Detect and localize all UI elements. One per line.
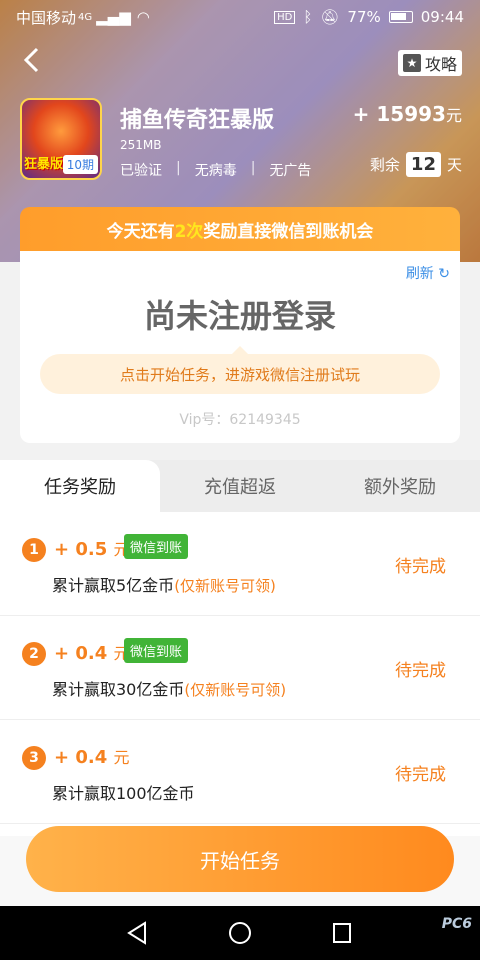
task-number: 1 [22,538,46,562]
refresh-button[interactable]: 刷新 ↻ [406,263,450,283]
status-bar: 中国移动 4G ▂▄▆ ◠ HD ᛒ 🔕︎ 77% 09:44 [0,0,480,34]
remain-days-value: 12 [405,152,441,177]
task-desc-text: 累计赢取100亿金币 [52,784,195,803]
start-tip: 点击开始任务，进游戏微信注册试玩 [40,346,440,394]
watermark-logo: PC6 [441,916,472,932]
wechat-badge: 微信到账 [124,534,189,559]
system-nav-bar [0,906,480,960]
task-amount-unit: 元 [113,748,130,767]
task-description: 累计赢取5亿金币(仅新账号可领) [52,572,276,596]
task-item[interactable]: 1 + 0.5 元 微信到账 累计赢取5亿金币(仅新账号可领) 待完成 [0,512,480,616]
nav-recent-icon[interactable] [332,922,352,944]
total-reward: + 15993元 [353,102,462,126]
game-icon: 狂暴版 10期 [20,98,102,180]
task-amount: + 0.4 元 [54,744,130,768]
tab-task-rewards[interactable]: 任务奖励 [0,460,160,512]
task-description: 累计赢取30亿金币(仅新账号可领) [52,676,286,700]
tab-recharge-rebate[interactable]: 充值超返 [160,460,320,512]
reward-banner: 今天还有 2次 奖励直接微信到账机会 [20,207,460,251]
reward-value: 15993 [376,102,446,126]
signal-icon: ▂▄▆ [96,8,131,26]
bluetooth-icon: ᛒ [303,8,313,26]
game-title: 捕鱼传奇狂暴版 [120,108,275,133]
task-amount-value: + 0.5 [54,539,108,560]
start-task-button[interactable]: 开始任务 [26,826,454,892]
badge-separator: | [250,160,256,176]
reward-prefix: + [352,102,370,126]
network-label: 4G [78,11,93,23]
nav-back-icon[interactable] [126,921,148,945]
chevron-left-icon [23,47,39,73]
task-note: (仅新账号可领) [184,681,287,699]
hd-icon: HD [274,10,296,24]
badge-no-virus: 无病毒 [194,163,237,179]
refresh-icon: ↻ [438,266,450,282]
vip-number: Vip号：62149345 [179,412,301,428]
task-desc-text: 累计赢取5亿金币 [52,576,175,595]
task-amount-value: + 0.4 [54,747,108,768]
badge-no-ads: 无广告 [269,163,312,179]
task-note: (仅新账号可领) [174,577,276,595]
task-amount: + 0.4 元 [54,640,130,664]
clock: 09:44 [420,8,464,26]
star-icon: ★ [402,54,421,72]
nav-home-icon[interactable] [228,921,252,945]
wechat-badge: 微信到账 [124,638,189,663]
tab-extra-rewards[interactable]: 额外奖励 [320,460,480,512]
battery-percent: 77% [347,8,381,26]
task-tabs: 任务奖励 充值超返 额外奖励 [0,460,480,512]
banner-count: 2次 [174,221,204,242]
task-item[interactable]: 2 + 0.4 元 微信到账 累计赢取30亿金币(仅新账号可领) 待完成 [0,616,480,720]
game-icon-ribbon: 狂暴版 [24,157,64,172]
task-status: 待完成 [395,765,446,785]
remain-unit: 天 [446,156,462,174]
game-icon-tag: 10期 [62,155,98,174]
task-status: 待完成 [395,661,446,681]
remaining-days: 剩余 12 天 [370,152,462,177]
task-amount-value: + 0.4 [54,643,108,664]
task-number: 3 [22,746,46,770]
wifi-icon: ◠ [136,8,150,26]
game-size: 251MB [120,138,162,152]
banner-suffix: 奖励直接微信到账机会 [203,221,374,242]
task-number: 2 [22,642,46,666]
task-amount: + 0.5 元 [54,536,130,560]
battery-icon [388,11,413,23]
task-status: 待完成 [395,557,446,577]
banner-prefix: 今天还有 [106,221,175,242]
game-badges: 已验证 | 无病毒 | 无广告 [120,160,311,180]
guide-label: 攻略 [424,55,457,74]
back-button[interactable] [22,46,40,80]
badge-separator: | [176,160,181,176]
task-description: 累计赢取100亿金币 [52,780,195,804]
task-item[interactable]: 3 + 0.4 元 累计赢取100亿金币 待完成 [0,720,480,824]
task-desc-text: 累计赢取30亿金币 [52,680,185,699]
badge-verified: 已验证 [120,163,162,179]
login-card: 刷新 ↻ 尚未注册登录 点击开始任务，进游戏微信注册试玩 Vip号：621493… [20,251,460,443]
refresh-label: 刷新 [405,266,434,282]
remain-label: 剩余 [369,156,400,174]
guide-button[interactable]: ★ 攻略 [398,50,462,76]
carrier-label: 中国移动 [16,8,77,27]
mute-bell-icon: 🔕︎ [320,8,340,26]
not-logged-in-headline: 尚未注册登录 [143,297,336,335]
task-list: 1 + 0.5 元 微信到账 累计赢取5亿金币(仅新账号可领) 待完成 2 + … [0,512,480,836]
reward-unit: 元 [445,106,462,125]
